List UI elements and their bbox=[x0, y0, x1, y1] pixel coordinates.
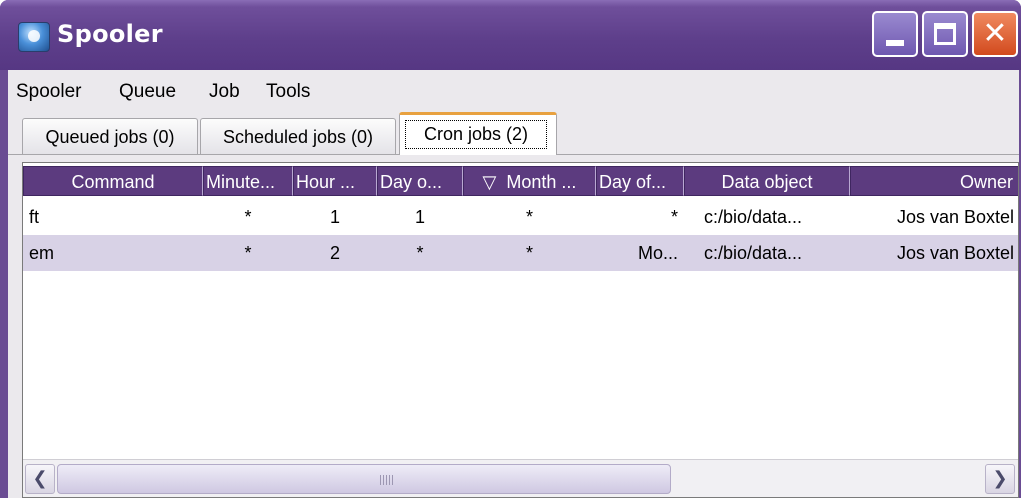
tab-scheduled-jobs[interactable]: Scheduled jobs (0) bbox=[200, 118, 396, 154]
cell-data-object: c:/bio/data... bbox=[704, 243, 803, 263]
column-header-month[interactable]: ▽ Month ... bbox=[463, 166, 596, 196]
cell-data-object: c:/bio/data... bbox=[704, 207, 803, 227]
scrollbar-thumb[interactable] bbox=[57, 464, 671, 494]
cell-day-of-week: * bbox=[670, 207, 678, 227]
minimize-icon bbox=[886, 40, 904, 46]
cell-hour: 2 bbox=[329, 243, 340, 263]
column-header-owner[interactable]: Owner bbox=[850, 166, 1018, 196]
table-header: Command Minute... Hour ... Day o... ▽ Mo… bbox=[23, 163, 1018, 199]
maximize-button[interactable] bbox=[922, 11, 968, 57]
chevron-right-icon: ❯ bbox=[992, 468, 1008, 489]
column-header-command[interactable]: Command bbox=[23, 166, 203, 196]
menu-spooler[interactable]: Spooler bbox=[16, 81, 82, 103]
table-row[interactable]: ft * 1 1 * * c:/bio/data... Jos van Boxt… bbox=[23, 199, 1018, 235]
cell-month: * bbox=[525, 207, 533, 227]
menu-queue[interactable]: Queue bbox=[119, 81, 176, 103]
maximize-icon bbox=[934, 23, 956, 45]
cell-day-of-month: * bbox=[416, 243, 424, 263]
cell-day-of-week: Mo... bbox=[637, 243, 678, 263]
java-cup-icon bbox=[18, 22, 50, 52]
menu-job[interactable]: Job bbox=[209, 81, 240, 103]
window-client: Spooler Queue Job Tools Queued jobs (0) … bbox=[8, 70, 1019, 498]
tab-cron-jobs-label: Cron jobs (2) bbox=[405, 120, 547, 149]
sort-desc-icon: ▽ bbox=[482, 172, 497, 192]
tab-queued-jobs[interactable]: Queued jobs (0) bbox=[22, 118, 198, 154]
cell-command: em bbox=[29, 243, 55, 263]
cell-minute: * bbox=[244, 207, 252, 227]
minimize-button[interactable] bbox=[872, 11, 918, 57]
scroll-left-button[interactable]: ❮ bbox=[25, 464, 55, 494]
column-header-day-of-week[interactable]: Day of... bbox=[596, 166, 684, 196]
window-title: Spooler bbox=[57, 20, 163, 48]
menu-tools[interactable]: Tools bbox=[266, 81, 310, 103]
tab-strip: Queued jobs (0) Scheduled jobs (0) Cron … bbox=[8, 110, 1019, 155]
column-header-month-label: Month ... bbox=[506, 172, 577, 192]
grip-icon bbox=[380, 475, 394, 485]
cell-day-of-month: 1 bbox=[414, 207, 425, 227]
close-icon: ✕ bbox=[982, 16, 1008, 51]
cell-command: ft bbox=[29, 207, 40, 227]
close-button[interactable]: ✕ bbox=[972, 11, 1018, 57]
horizontal-scrollbar[interactable]: ❮ ❯ bbox=[23, 459, 1018, 497]
cell-hour: 1 bbox=[329, 207, 340, 227]
cell-month: * bbox=[525, 243, 533, 263]
menu-bar: Spooler Queue Job Tools bbox=[8, 70, 1019, 110]
chevron-left-icon: ❮ bbox=[32, 468, 48, 489]
cell-minute: * bbox=[244, 243, 252, 263]
column-header-day-of-month[interactable]: Day o... bbox=[377, 166, 463, 196]
column-header-hour[interactable]: Hour ... bbox=[293, 166, 377, 196]
table-row-selected[interactable]: em * 2 * * Mo... c:/bio/data... Jos van … bbox=[23, 235, 1018, 271]
cell-owner: Jos van Boxtel bbox=[896, 243, 1014, 263]
tab-cron-jobs[interactable]: Cron jobs (2) bbox=[399, 112, 557, 155]
column-header-minute[interactable]: Minute... bbox=[203, 166, 293, 196]
cron-jobs-table: Command Minute... Hour ... Day o... ▽ Mo… bbox=[22, 162, 1019, 498]
spooler-window: Spooler ✕ Spooler Queue Job Tools Queued… bbox=[0, 0, 1021, 498]
column-header-data-object[interactable]: Data object bbox=[684, 166, 850, 196]
title-bar[interactable]: Spooler ✕ bbox=[0, 0, 1021, 70]
cell-owner: Jos van Boxtel bbox=[896, 207, 1014, 227]
scroll-right-button[interactable]: ❯ bbox=[985, 464, 1015, 494]
